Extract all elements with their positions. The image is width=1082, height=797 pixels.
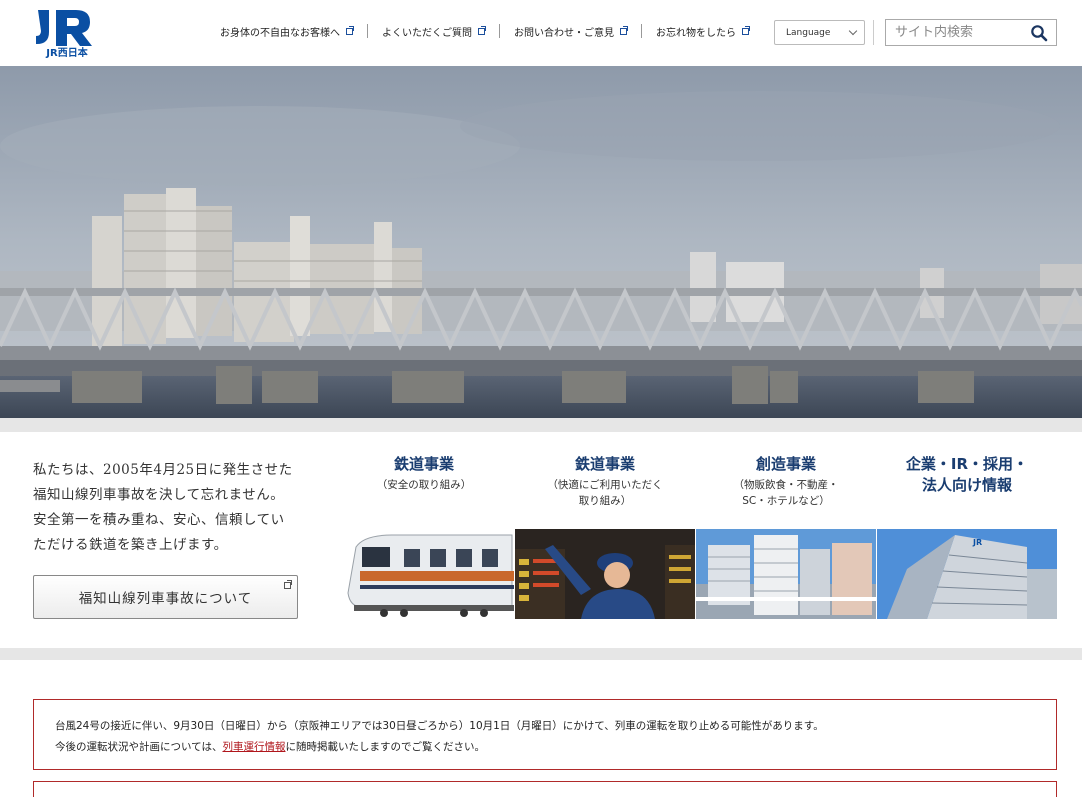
header-divider: [873, 20, 874, 45]
utility-nav: お身体の不自由なお客様へ よくいただくご質問 お問い合わせ・ご意見 お忘れ物をし…: [206, 24, 763, 39]
search-icon[interactable]: [1030, 24, 1048, 42]
external-link-icon: [284, 580, 292, 589]
external-link-icon: [742, 25, 750, 35]
business-title: 鉄道事業: [393, 455, 454, 473]
memorial-line: 安全第一を積み重ね、安心、信頼してい: [33, 512, 285, 528]
util-link-accessibility[interactable]: お身体の不自由なお客様へ: [206, 24, 367, 39]
hero-image-bridge: [0, 66, 1082, 418]
section-divider: [0, 648, 1082, 660]
fukuchiyama-accident-button[interactable]: 福知山線列車事故について: [33, 575, 298, 619]
external-link-icon: [620, 25, 628, 35]
util-link-label: よくいただくご質問: [382, 27, 472, 39]
business-title: 企業・IR・採用・ 法人向け情報: [905, 455, 1029, 494]
business-card-corporate[interactable]: 企業・IR・採用・ 法人向け情報: [877, 454, 1057, 496]
business-title: 鉄道事業: [574, 455, 635, 473]
business-subtitle: （快適にご利用いただく 取り組み）: [547, 479, 663, 507]
site-header: JR西日本 お身体の不自由なお客様へ よくいただくご質問 お問い合わせ・ご意見 …: [0, 0, 1082, 66]
office-photo[interactable]: JR: [877, 529, 1057, 619]
business-card-railway-comfort[interactable]: 鉄道事業 （快適にご利用いただく 取り組み）: [515, 454, 695, 509]
buildings-photo[interactable]: [696, 529, 876, 619]
chevron-down-icon: [848, 26, 858, 36]
util-link-lost-items[interactable]: お忘れ物をしたら: [641, 24, 763, 39]
business-subtitle: （物販飲食・不動産・ SC・ホテルなど）: [733, 479, 839, 507]
train-status-link[interactable]: 列車運行情報: [222, 741, 285, 753]
site-search: [885, 19, 1057, 46]
search-input[interactable]: [886, 20, 1021, 45]
jr-west-logo[interactable]: JR西日本: [32, 8, 102, 59]
external-link-icon: [346, 25, 354, 35]
secondary-notice: [33, 781, 1057, 797]
util-link-faq[interactable]: よくいただくご質問: [367, 24, 499, 39]
business-card-railway-safety[interactable]: 鉄道事業 （安全の取り組み）: [334, 454, 514, 493]
svg-text:JR: JR: [972, 538, 982, 547]
button-label: 福知山線列車事故について: [78, 591, 253, 607]
memorial-line: 私たちは、2005年4月25日に発生させた: [33, 462, 293, 478]
util-link-label: お忘れ物をしたら: [656, 27, 736, 39]
staff-photo[interactable]: [515, 529, 695, 619]
logo-subtext: JR西日本: [45, 46, 88, 58]
notice-text: 今後の運転状況や計画については、: [55, 741, 223, 753]
memorial-line: ただける鉄道を築き上げます。: [33, 537, 228, 553]
train-photo[interactable]: [334, 529, 514, 619]
memorial-statement: 私たちは、2005年4月25日に発生させた 福知山線列車事故を決して忘れません。…: [33, 458, 311, 558]
memorial-line: 福知山線列車事故を決して忘れません。: [33, 487, 285, 503]
typhoon-notice: 台風24号の接近に伴い、9月30日（日曜日）から（京阪神エリアでは30日昼ごろか…: [33, 699, 1057, 770]
util-link-label: お身体の不自由なお客様へ: [220, 27, 340, 39]
notice-line: 今後の運転状況や計画については、列車運行情報に随時掲載いたしますのでご覧ください…: [55, 737, 1056, 758]
business-card-creative[interactable]: 創造事業 （物販飲食・不動産・ SC・ホテルなど）: [696, 454, 876, 509]
util-link-contact[interactable]: お問い合わせ・ご意見: [499, 24, 641, 39]
util-link-label: お問い合わせ・ご意見: [514, 27, 614, 39]
section-divider: [0, 418, 1082, 432]
business-title: 創造事業: [755, 455, 816, 473]
business-subtitle: （安全の取り組み）: [376, 479, 472, 491]
notice-line: 台風24号の接近に伴い、9月30日（日曜日）から（京阪神エリアでは30日昼ごろか…: [55, 720, 824, 732]
language-select-value: Language: [786, 27, 831, 38]
external-link-icon: [478, 25, 486, 35]
notice-text: に随時掲載いたしますのでご覧ください。: [285, 741, 485, 753]
language-select[interactable]: Language: [774, 20, 865, 45]
